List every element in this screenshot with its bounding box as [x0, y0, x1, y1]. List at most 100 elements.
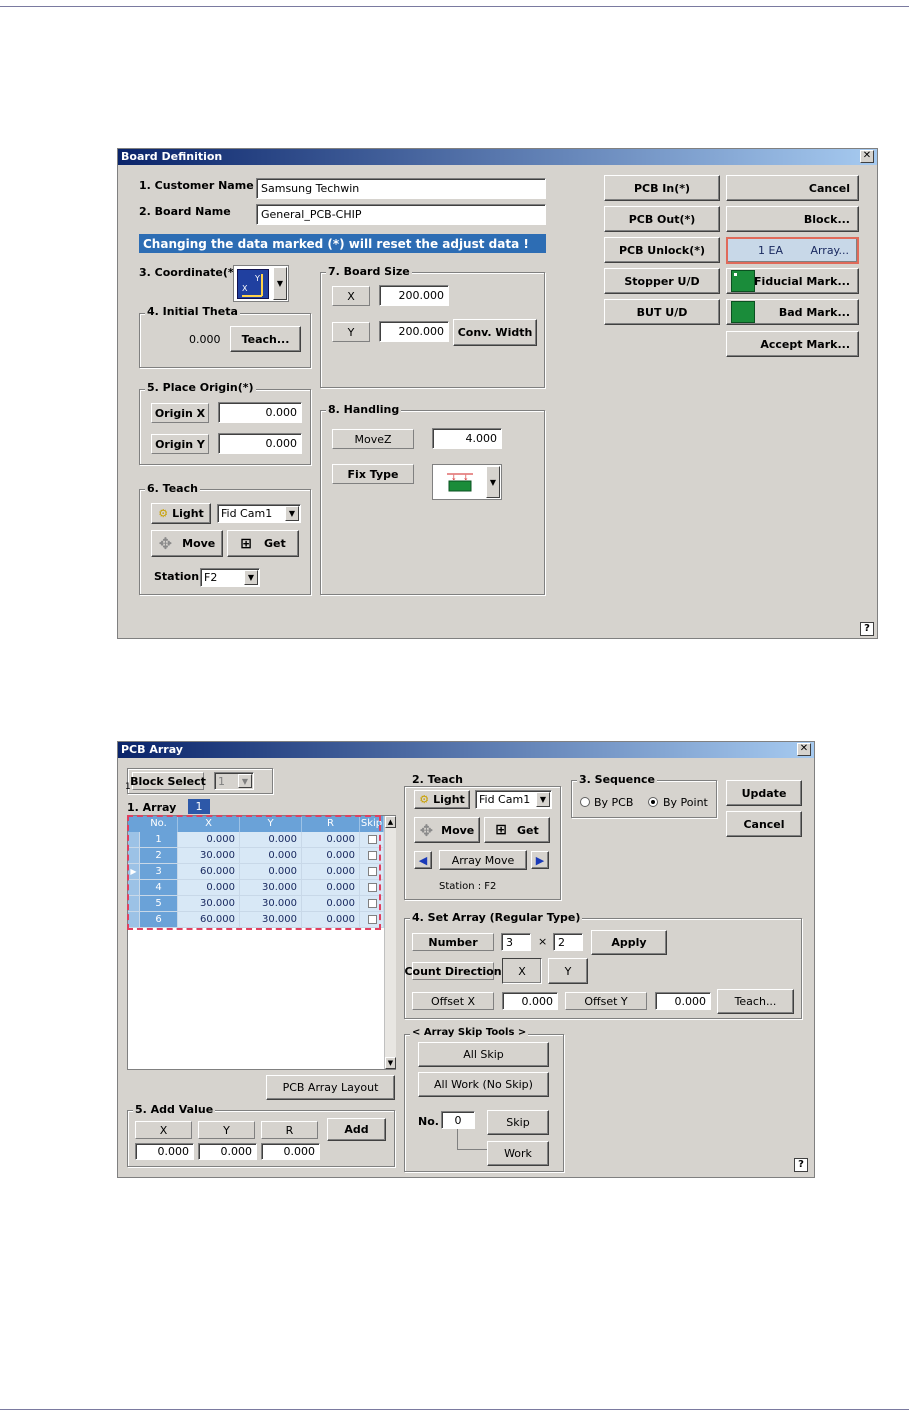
station-select[interactable]: F2 ▼: [200, 568, 260, 587]
connector-line-h: [457, 1149, 487, 1150]
offset-x-field[interactable]: 0.000: [502, 992, 558, 1010]
array-cancel-button[interactable]: Cancel: [726, 811, 802, 837]
close-icon[interactable]: ✕: [797, 743, 811, 756]
move-button[interactable]: ✥ Move: [151, 530, 223, 557]
get-position-icon: ⊞: [240, 535, 252, 552]
coordinate-selector[interactable]: Y X ▼: [233, 265, 289, 302]
block-select-combo: 1 ▼: [214, 772, 254, 790]
times-sign: ×: [538, 935, 548, 948]
help-icon[interactable]: ?: [860, 622, 874, 636]
dir-y-button[interactable]: Y: [548, 958, 588, 984]
all-work-button[interactable]: All Work (No Skip): [418, 1072, 549, 1097]
move-arrows-icon: ✥: [158, 534, 173, 553]
array-next-button[interactable]: ▶: [531, 851, 549, 869]
help-icon[interactable]: ?: [794, 1158, 808, 1172]
array-button[interactable]: 1 EA Array...: [726, 237, 859, 264]
array-prev-button[interactable]: ◀: [414, 851, 432, 869]
block-select-value: 1: [218, 774, 225, 788]
scroll-up-icon[interactable]: ▲: [385, 816, 396, 828]
add-r-field[interactable]: 0.000: [261, 1143, 320, 1160]
place-origin-label: 5. Place Origin(*): [145, 381, 256, 394]
svg-text:Y: Y: [254, 274, 260, 283]
light-label: Light: [172, 507, 204, 520]
connector-line: [457, 1129, 458, 1149]
skip-button[interactable]: Skip: [487, 1110, 549, 1135]
fiducial-mark-label: Fiducial Mark...: [754, 274, 850, 288]
block-button[interactable]: Block...: [726, 206, 859, 232]
size-y-label: Y: [332, 322, 370, 342]
origin-y-field[interactable]: 0.000: [218, 433, 302, 454]
cancel-button[interactable]: Cancel: [726, 175, 859, 201]
pcb-unlock-button[interactable]: PCB Unlock(*): [604, 237, 720, 263]
origin-x-label: Origin X: [151, 403, 209, 423]
work-button[interactable]: Work: [487, 1141, 549, 1166]
customer-name-field[interactable]: Samsung Techwin: [256, 178, 546, 199]
theta-value: 0.000: [189, 333, 221, 346]
chevron-down-icon[interactable]: ▼: [273, 267, 287, 300]
by-pcb-radio[interactable]: [580, 797, 590, 807]
array-light-button[interactable]: ⚙ Light: [414, 790, 470, 809]
get-label: Get: [516, 823, 539, 837]
movez-label: MoveZ: [332, 429, 414, 449]
by-point-radio[interactable]: [648, 797, 658, 807]
add-y-field[interactable]: 0.000: [198, 1143, 257, 1160]
board-name-field[interactable]: General_PCB-CHIP: [256, 204, 546, 225]
array-teach-button[interactable]: Teach...: [717, 989, 794, 1014]
number-b-field[interactable]: 2: [553, 933, 583, 951]
chevron-down-icon[interactable]: ▼: [244, 570, 258, 585]
array-get-button[interactable]: ⊞ Get: [484, 817, 550, 843]
apply-button[interactable]: Apply: [591, 930, 667, 955]
get-button[interactable]: ⊞ Get: [227, 530, 299, 557]
by-pcb-label: By PCB: [594, 796, 634, 809]
pcb-out-button[interactable]: PCB Out(*): [604, 206, 720, 232]
conv-width-button[interactable]: Conv. Width: [453, 319, 537, 346]
array-count: 1 EA: [758, 244, 783, 257]
pcb-in-button[interactable]: PCB In(*): [604, 175, 720, 201]
add-value-label: 5. Add Value: [133, 1103, 216, 1116]
light-bulb-icon: ⚙: [419, 793, 430, 806]
add-button[interactable]: Add: [327, 1118, 386, 1141]
accept-mark-button[interactable]: Accept Mark...: [726, 331, 859, 357]
chevron-down-icon: ▼: [238, 774, 252, 788]
no-field[interactable]: 0: [441, 1111, 475, 1129]
add-x-field[interactable]: 0.000: [135, 1143, 194, 1160]
update-button[interactable]: Update: [726, 780, 802, 806]
camera-select[interactable]: Fid Cam1 ▼: [217, 504, 301, 523]
initial-theta-label: 4. Initial Theta: [145, 305, 240, 318]
top-rule: [0, 6, 909, 7]
window-title: PCB Array: [118, 742, 814, 758]
size-x-field[interactable]: 200.000: [379, 285, 449, 306]
close-icon[interactable]: ✕: [860, 150, 874, 163]
light-button[interactable]: ⚙ Light: [151, 503, 211, 524]
size-y-field[interactable]: 200.000: [379, 321, 449, 342]
chevron-down-icon[interactable]: ▼: [285, 506, 299, 521]
theta-teach-button[interactable]: Teach...: [230, 326, 301, 352]
offset-y-field[interactable]: 0.000: [655, 992, 711, 1010]
number-a-field[interactable]: 3: [501, 933, 531, 951]
stopper-button[interactable]: Stopper U/D: [604, 268, 720, 294]
all-skip-button[interactable]: All Skip: [418, 1042, 549, 1067]
chevron-down-icon[interactable]: ▼: [486, 466, 500, 498]
pcb-array-layout-button[interactable]: PCB Array Layout: [266, 1075, 395, 1100]
array-selection-highlight: [127, 815, 381, 930]
move-arrows-icon: ✥: [419, 820, 434, 840]
sequence-label: 3. Sequence: [577, 773, 658, 786]
number-label: Number: [412, 933, 494, 951]
array-camera-select[interactable]: Fid Cam1 ▼: [475, 790, 552, 809]
scroll-down-icon[interactable]: ▼: [385, 1057, 396, 1069]
chevron-down-icon[interactable]: ▼: [536, 792, 550, 807]
station-value: F2: [204, 571, 218, 584]
array-move-button[interactable]: ✥ Move: [414, 817, 480, 843]
window-title: Board Definition: [118, 149, 877, 165]
array-label: 1. Array: [127, 801, 177, 814]
array-move-labeled-button[interactable]: Array Move: [439, 850, 527, 870]
get-label: Get: [263, 537, 286, 550]
fix-type-selector[interactable]: ↓ ↓ ▼: [432, 464, 502, 500]
by-point-label: By Point: [663, 796, 708, 809]
dir-x-button[interactable]: X: [502, 958, 542, 984]
movez-field[interactable]: 4.000: [432, 428, 502, 449]
grid-scrollbar[interactable]: ▲ ▼: [384, 816, 396, 1069]
but-button[interactable]: BUT U/D: [604, 299, 720, 325]
origin-x-field[interactable]: 0.000: [218, 402, 302, 423]
arrow-right-icon: ▶: [535, 853, 545, 867]
